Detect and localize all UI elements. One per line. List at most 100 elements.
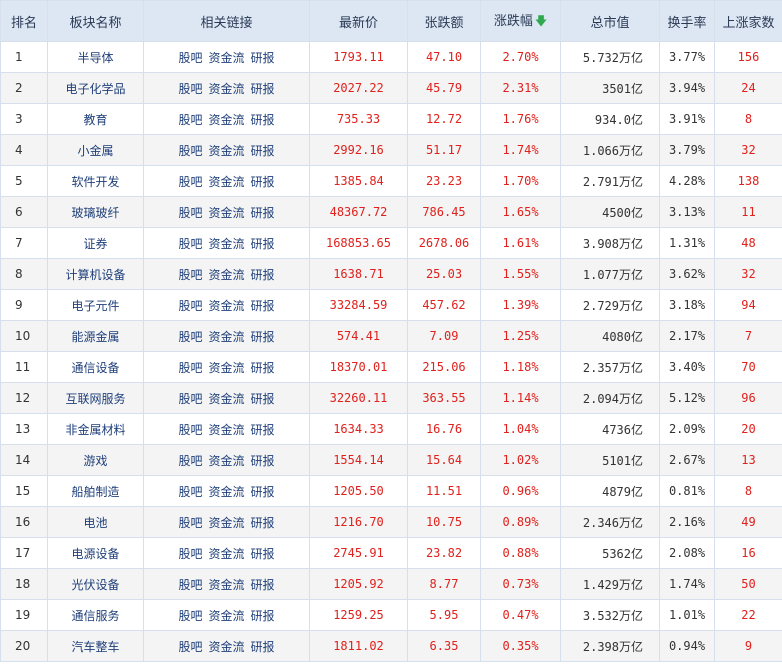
fund-flow-link[interactable]: 资金流	[208, 206, 244, 220]
fund-flow-link[interactable]: 资金流	[208, 640, 244, 654]
guba-link[interactable]: 股吧	[178, 206, 202, 220]
sector-name-link[interactable]: 游戏	[47, 444, 144, 476]
links-cell: 股吧 资金流 研报	[143, 196, 310, 228]
col-change[interactable]: 张跌额	[407, 0, 481, 42]
price-cell: 1259.25	[309, 599, 408, 631]
research-link[interactable]: 研报	[251, 299, 275, 313]
fund-flow-link[interactable]: 资金流	[208, 454, 244, 468]
fund-flow-link[interactable]: 资金流	[208, 485, 244, 499]
research-link[interactable]: 研报	[251, 82, 275, 96]
sector-name-link[interactable]: 能源金属	[47, 320, 144, 352]
change-cell: 215.06	[407, 351, 481, 383]
fund-flow-link[interactable]: 资金流	[208, 113, 244, 127]
guba-link[interactable]: 股吧	[178, 640, 202, 654]
col-rank[interactable]: 排名	[0, 0, 48, 42]
sector-name-link[interactable]: 软件开发	[47, 165, 144, 197]
guba-link[interactable]: 股吧	[178, 392, 202, 406]
guba-link[interactable]: 股吧	[178, 237, 202, 251]
research-link[interactable]: 研报	[251, 454, 275, 468]
sector-name-link[interactable]: 通信设备	[47, 351, 144, 383]
research-link[interactable]: 研报	[251, 423, 275, 437]
guba-link[interactable]: 股吧	[178, 454, 202, 468]
guba-link[interactable]: 股吧	[178, 113, 202, 127]
col-price[interactable]: 最新价	[309, 0, 408, 42]
sector-name-link[interactable]: 电池	[47, 506, 144, 538]
fund-flow-link[interactable]: 资金流	[208, 330, 244, 344]
research-link[interactable]: 研报	[251, 516, 275, 530]
sector-name-link[interactable]: 电源设备	[47, 537, 144, 569]
fund-flow-link[interactable]: 资金流	[208, 361, 244, 375]
research-link[interactable]: 研报	[251, 330, 275, 344]
guba-link[interactable]: 股吧	[178, 330, 202, 344]
guba-link[interactable]: 股吧	[178, 609, 202, 623]
fund-flow-link[interactable]: 资金流	[208, 578, 244, 592]
fund-flow-link[interactable]: 资金流	[208, 268, 244, 282]
research-link[interactable]: 研报	[251, 206, 275, 220]
research-link[interactable]: 研报	[251, 392, 275, 406]
fund-flow-link[interactable]: 资金流	[208, 423, 244, 437]
rank-cell: 17	[0, 537, 48, 569]
guba-link[interactable]: 股吧	[178, 175, 202, 189]
fund-flow-link[interactable]: 资金流	[208, 516, 244, 530]
sector-name-link[interactable]: 电子化学品	[47, 72, 144, 104]
research-link[interactable]: 研报	[251, 237, 275, 251]
guba-link[interactable]: 股吧	[178, 578, 202, 592]
fund-flow-link[interactable]: 资金流	[208, 392, 244, 406]
research-link[interactable]: 研报	[251, 361, 275, 375]
guba-link[interactable]: 股吧	[178, 516, 202, 530]
research-link[interactable]: 研报	[251, 485, 275, 499]
fund-flow-link[interactable]: 资金流	[208, 609, 244, 623]
guba-link[interactable]: 股吧	[178, 547, 202, 561]
sector-name-link[interactable]: 船舶制造	[47, 475, 144, 507]
research-link[interactable]: 研报	[251, 578, 275, 592]
research-link[interactable]: 研报	[251, 144, 275, 158]
sector-name-link[interactable]: 互联网服务	[47, 382, 144, 414]
sector-name-link[interactable]: 证券	[47, 227, 144, 259]
guba-link[interactable]: 股吧	[178, 144, 202, 158]
change-pct-cell: 0.47%	[480, 599, 561, 631]
sector-name-link[interactable]: 半导体	[47, 41, 144, 73]
fund-flow-link[interactable]: 资金流	[208, 175, 244, 189]
guba-link[interactable]: 股吧	[178, 51, 202, 65]
sector-name-link[interactable]: 教育	[47, 103, 144, 135]
col-turnover[interactable]: 换手率	[659, 0, 715, 42]
research-link[interactable]: 研报	[251, 268, 275, 282]
col-market-cap[interactable]: 总市值	[560, 0, 660, 42]
sector-name-link[interactable]: 计算机设备	[47, 258, 144, 290]
rank-cell: 18	[0, 568, 48, 600]
down-arrow-icon: 🡇	[534, 13, 548, 28]
table-row: 2 电子化学品 股吧 资金流 研报 2027.22 45.79 2.31% 3501亿 3.94%…	[0, 72, 782, 104]
change-cell: 11.51	[407, 475, 481, 507]
fund-flow-link[interactable]: 资金流	[208, 144, 244, 158]
col-sector-name[interactable]: 板块名称	[47, 0, 144, 42]
research-link[interactable]: 研报	[251, 547, 275, 561]
guba-link[interactable]: 股吧	[178, 299, 202, 313]
sector-name-link[interactable]: 玻璃玻纤	[47, 196, 144, 228]
sector-name-link[interactable]: 小金属	[47, 134, 144, 166]
sector-name-link[interactable]: 电子元件	[47, 289, 144, 321]
col-rising-count[interactable]: 上涨家数	[714, 0, 782, 42]
guba-link[interactable]: 股吧	[178, 82, 202, 96]
rising-count-cell: 32	[714, 134, 782, 166]
sector-name-link[interactable]: 非金属材料	[47, 413, 144, 445]
links-cell: 股吧 资金流 研报	[143, 103, 310, 135]
fund-flow-link[interactable]: 资金流	[208, 82, 244, 96]
fund-flow-link[interactable]: 资金流	[208, 237, 244, 251]
guba-link[interactable]: 股吧	[178, 361, 202, 375]
fund-flow-link[interactable]: 资金流	[208, 547, 244, 561]
research-link[interactable]: 研报	[251, 640, 275, 654]
research-link[interactable]: 研报	[251, 113, 275, 127]
guba-link[interactable]: 股吧	[178, 268, 202, 282]
research-link[interactable]: 研报	[251, 175, 275, 189]
fund-flow-link[interactable]: 资金流	[208, 51, 244, 65]
sector-name-link[interactable]: 通信服务	[47, 599, 144, 631]
change-cell: 5.95	[407, 599, 481, 631]
col-change-pct[interactable]: 涨跌幅 🡇	[480, 0, 561, 42]
fund-flow-link[interactable]: 资金流	[208, 299, 244, 313]
research-link[interactable]: 研报	[251, 609, 275, 623]
sector-name-link[interactable]: 光伏设备	[47, 568, 144, 600]
guba-link[interactable]: 股吧	[178, 423, 202, 437]
guba-link[interactable]: 股吧	[178, 485, 202, 499]
research-link[interactable]: 研报	[251, 51, 275, 65]
sector-name-link[interactable]: 汽车整车	[47, 630, 144, 662]
